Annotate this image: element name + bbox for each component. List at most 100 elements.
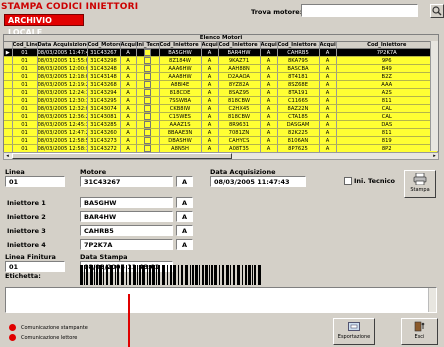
ini-tecnico-checkbox[interactable] <box>144 145 151 152</box>
data-acq-field[interactable]: 08/03/2005 11:47:43 <box>210 176 306 187</box>
etichetta-textarea[interactable] <box>5 287 437 313</box>
iniettore2-acq-field[interactable]: A <box>176 211 193 222</box>
table-cell: 7P2K7A <box>336 48 438 57</box>
iniettore4-field[interactable]: 7P2K7A <box>80 239 173 250</box>
esportazione-button[interactable]: Esportazione <box>333 318 375 345</box>
scroll-left-arrow-icon[interactable]: ◂ <box>4 153 11 159</box>
col-header[interactable]: Acqui <box>120 42 137 49</box>
table-cell: 08/03/2005 11:55:02 <box>37 56 88 65</box>
table-cell: 82K225 <box>277 128 320 137</box>
table-cell: 31C43260 <box>87 128 121 137</box>
linea-field[interactable]: 01 <box>5 176 65 187</box>
table-row[interactable]: 01 08/03/2005 12:00:01 31C43248 A AAA6HW A AAH… <box>4 64 438 73</box>
col-header[interactable]: Cod_Motore <box>87 42 121 49</box>
esci-label: Esci <box>414 334 425 340</box>
ini-tecnico-checkbox[interactable] <box>144 129 151 136</box>
table-cell: 31C43294 <box>87 88 121 97</box>
col-header[interactable]: Data Acquisizione <box>37 42 88 49</box>
stampa-button[interactable]: Stampa <box>404 170 436 198</box>
motore-field[interactable]: 31C43267 <box>80 176 173 187</box>
table-row[interactable]: 01 08/03/2005 12:19:26 31C43268 A A8BI4E A 8YZ… <box>4 80 438 89</box>
table-cell: A <box>319 128 337 137</box>
col-header[interactable]: Cod_Linea <box>12 42 38 49</box>
ini-tecnico-checkbox[interactable] <box>344 177 352 185</box>
iniettore1-acq-field[interactable]: A <box>176 197 193 208</box>
table-row[interactable]: 01 08/03/2005 12:36:21 31C43081 A C15WES A 818… <box>4 112 438 121</box>
iniettore3-acq-field[interactable]: A <box>176 225 193 236</box>
ini-tecnico-checkbox[interactable] <box>144 105 151 112</box>
table-cell: A <box>260 96 278 105</box>
ini-tecnico-checkbox[interactable] <box>144 137 151 144</box>
ini-tecnico-checkbox[interactable] <box>144 57 151 64</box>
table-cell: A8BI4E <box>159 80 202 89</box>
table-cell: ▶ <box>4 48 13 57</box>
iniettore2-field[interactable]: BAR4HW <box>80 211 173 222</box>
table-cell: A <box>260 104 278 113</box>
search-input[interactable] <box>301 4 418 17</box>
textarea-scrollbar[interactable] <box>428 288 436 312</box>
iniettore3-field[interactable]: CAHRB5 <box>80 225 173 236</box>
col-header[interactable]: Cod_Iniettore 3 <box>277 42 320 49</box>
grid-horizontal-scrollbar[interactable]: ◂ ▸ <box>3 152 439 160</box>
ini-tecnico-cell <box>136 104 160 113</box>
ini-tecnico-checkbox[interactable] <box>144 65 151 72</box>
table-cell: D2AAOA <box>218 72 261 81</box>
table-cell: A <box>120 112 137 121</box>
table-cell: 31C43285 <box>87 120 121 129</box>
table-cell: A <box>319 56 337 65</box>
table-cell: A <box>201 64 219 73</box>
col-header[interactable]: Acquis <box>319 42 337 49</box>
reader-status-label: Comunicazione lettore <box>21 335 78 341</box>
col-header[interactable]: Acquis <box>201 42 219 49</box>
ini-tecnico-checkbox[interactable] <box>144 89 151 96</box>
ini-tecnico-checkbox[interactable] <box>144 73 151 80</box>
ini-tecnico-checkbox[interactable] <box>144 121 151 128</box>
table-row[interactable]: 01 08/03/2005 12:18:03 31C43148 A AAA8HW A D2A… <box>4 72 438 81</box>
table-cell: 01 <box>12 136 38 145</box>
table-cell: A <box>319 120 337 129</box>
table-row[interactable]: 01 08/03/2005 12:30:18 31C43295 A 7SSWBA A 818… <box>4 96 438 105</box>
table-row[interactable]: 01 08/03/2005 12:32:05 31C43074 A CKB8IW A C2H… <box>4 104 438 113</box>
table-cell <box>4 72 13 81</box>
reader-status-icon <box>9 334 16 341</box>
iniettore1-field[interactable]: BA5GHW <box>80 197 173 208</box>
ini-tecnico-cell <box>136 128 160 137</box>
table-cell: 818CDE <box>159 88 202 97</box>
table-cell: 31C43298 <box>87 56 121 65</box>
scroll-thumb[interactable] <box>12 153 232 159</box>
scroll-right-arrow-icon[interactable]: ▸ <box>431 153 438 159</box>
ini-tecnico-cell <box>136 112 160 121</box>
table-cell: CAHRB5 <box>277 48 320 57</box>
col-header[interactable]: Ini_Tecnico <box>136 42 160 49</box>
col-header[interactable]: Cod_Iniettore 1 <box>159 42 202 49</box>
linea-finitura-field[interactable]: 01 <box>5 261 65 272</box>
col-header[interactable]: Acquis <box>260 42 278 49</box>
table-row[interactable]: 01 08/03/2005 12:24:14 31C43294 A 818CDE A 8SA… <box>4 88 438 97</box>
ini-tecnico-checkbox[interactable] <box>144 49 151 56</box>
table-cell: A <box>319 136 337 145</box>
iniettore2-label: Iniettore 2 <box>7 213 46 221</box>
table-cell: A <box>319 96 337 105</box>
ini-tecnico-checkbox[interactable] <box>144 113 151 120</box>
table-cell: A <box>120 136 137 145</box>
table-cell: 818CBW <box>218 96 261 105</box>
printer-icon <box>413 172 427 186</box>
motore-acq-field[interactable]: A <box>176 176 193 187</box>
ini-tecnico-checkbox[interactable] <box>144 81 151 88</box>
table-cell: 08/03/2005 12:24:14 <box>37 88 88 97</box>
table-cell: B2Z <box>336 72 438 81</box>
grid-vertical-scrollbar[interactable] <box>430 41 438 151</box>
table-row[interactable]: 01 08/03/2005 12:45:32 31C43285 A AAAZ1S A 8R9… <box>4 120 438 129</box>
table-row[interactable]: 01 08/03/2005 12:47:24 31C43260 A 8BAAE3N A 70… <box>4 128 438 137</box>
table-row[interactable]: 01 08/03/2005 11:55:02 31C43298 A 8Z184W A 9KA… <box>4 56 438 65</box>
iniettore4-acq-field[interactable]: A <box>176 239 193 250</box>
table-cell: 8R9631 <box>218 120 261 129</box>
col-header[interactable]: Cod_Iniettore 2 <box>218 42 261 49</box>
table-row[interactable]: ▶ 01 08/03/2005 11:47:43 31C43267 A BA5GHW A BA… <box>4 48 438 57</box>
ini-tecnico-checkbox[interactable] <box>144 97 151 104</box>
table-row[interactable]: 01 08/03/2005 12:58:56 31C43273 A DBASHW A CAH… <box>4 136 438 145</box>
search-button[interactable] <box>430 4 444 18</box>
engine-grid[interactable]: Elenco Motori Cod_Linea Data Acquisizion… <box>3 34 439 160</box>
tab-archivio-locale[interactable]: ARCHIVIO LOCALE <box>4 14 84 37</box>
esci-button[interactable]: Esci <box>401 318 438 345</box>
